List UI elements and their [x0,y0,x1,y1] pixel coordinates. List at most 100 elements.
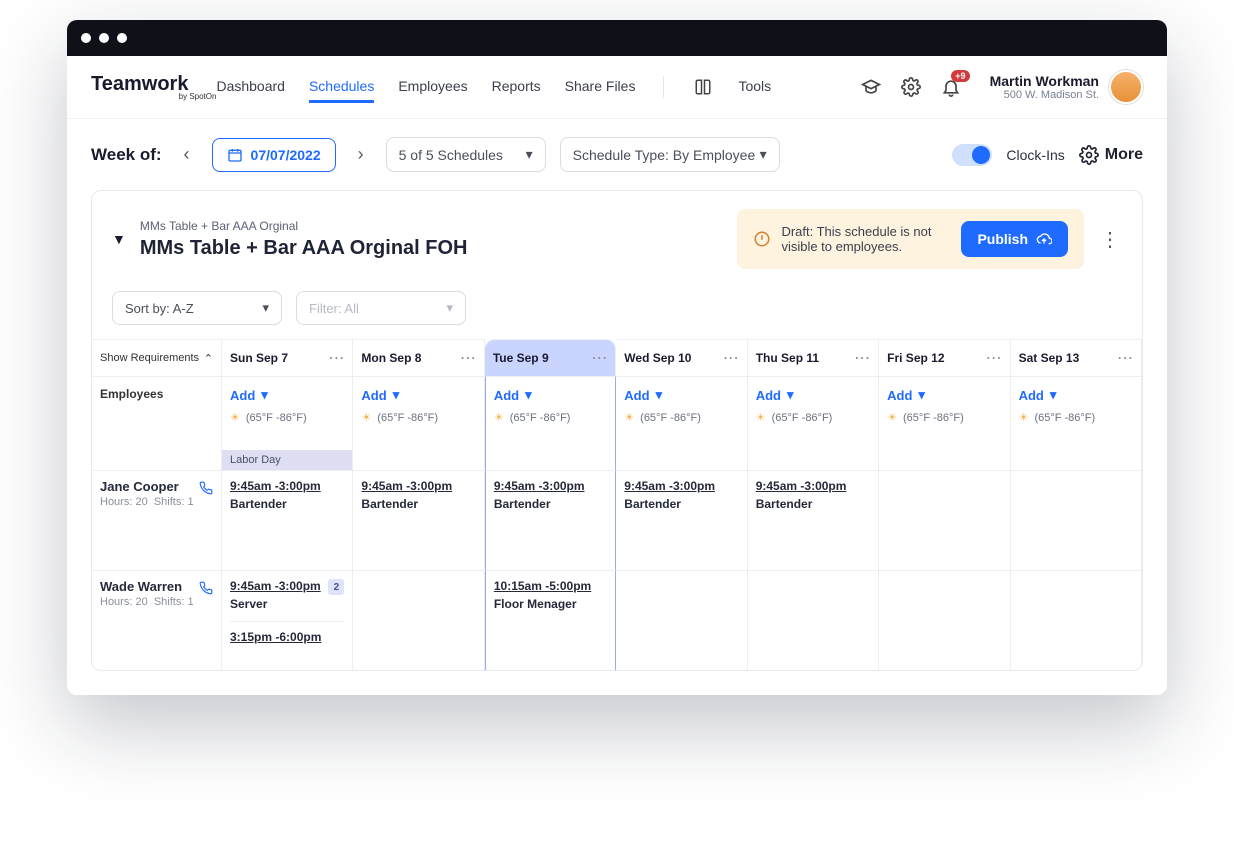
more-button[interactable]: More [1079,145,1143,165]
shift-cell-empty[interactable] [1011,570,1142,670]
chevron-down-icon[interactable]: ▼ [112,231,126,247]
window-dot[interactable] [99,33,109,43]
brand-name: Teamwork [91,73,188,96]
week-toolbar: Week of: ‹ 07/07/2022 › 5 of 5 Schedules… [67,119,1167,190]
nav-employees[interactable]: Employees [398,72,467,103]
sun-icon: ☀ [756,411,766,424]
clockins-toggle[interactable] [952,144,992,166]
schedule-type-select[interactable]: Schedule Type: By Employee ▾ [560,137,780,172]
week-prev-button[interactable]: ‹ [176,144,198,166]
day-header: Fri Sep 12⋯ [879,339,1010,376]
sun-icon: ☀ [1019,411,1029,424]
shift-role: Bartender [756,497,870,511]
avatar[interactable] [1109,70,1143,104]
draft-text: Draft: This schedule is not visible to e… [781,224,951,254]
shift-cell[interactable]: 9:45am -3:00pm Bartender [222,470,353,570]
topbar: Teamwork by SpotOn Dashboard Schedules E… [67,56,1167,119]
panel-breadcrumb: MMs Table + Bar AAA Orginal [140,219,724,233]
add-shift-button[interactable]: Add▾ [756,387,870,403]
day-header: Sun Sep 7⋯ [222,339,353,376]
day-header: Mon Sep 8⋯ [353,339,484,376]
day-menu-button[interactable]: ⋯ [328,348,344,368]
nav-share-files[interactable]: Share Files [565,72,636,103]
week-of-label: Week of: [91,145,162,165]
day-header: Sat Sep 13⋯ [1011,339,1142,376]
shift-cell-empty[interactable] [879,470,1010,570]
add-shift-button[interactable]: Add▾ [624,387,738,403]
bell-icon[interactable]: +9 [940,76,962,98]
add-shift-button[interactable]: Add▾ [230,387,344,403]
add-cell: Add▾ ☀(65°F -86°F) [748,376,879,470]
nav-dashboard[interactable]: Dashboard [216,72,285,103]
schedules-count-value: 5 of 5 Schedules [399,147,503,163]
shift-cell-empty[interactable] [353,570,484,670]
employee-cell: Wade Warren Hours: 20 Shifts: 1 [92,570,222,670]
gear-icon[interactable] [900,76,922,98]
shift-cell[interactable]: 10:15am -5:00pm Floor Menager [485,570,616,670]
filter-bar: Sort by: A-Z ▾ Filter: All ▾ [92,287,1142,339]
shift-time: 9:45am -3:00pm [756,479,870,493]
schedule-type-value: Schedule Type: By Employee [573,147,756,163]
weather: ☀(65°F -86°F) [1019,411,1133,424]
day-menu-button[interactable]: ⋯ [460,348,476,368]
graduation-icon[interactable] [860,76,882,98]
chevron-down-icon: ▾ [787,387,794,403]
book-icon[interactable] [692,76,714,98]
shift-cell[interactable]: 9:45am -3:00pm Server 2 3:15pm -6:00pm [222,570,353,670]
shift-time: 9:45am -3:00pm [230,479,344,493]
sort-select[interactable]: Sort by: A-Z ▾ [112,291,282,325]
add-cell: Add▾ ☀(65°F -86°F) [879,376,1010,470]
add-shift-button[interactable]: Add▾ [361,387,475,403]
panel-header: ▼ MMs Table + Bar AAA Orginal MMs Table … [92,191,1142,287]
add-shift-button[interactable]: Add▾ [494,387,607,403]
user-text: Martin Workman 500 W. Madison St. [990,73,1099,101]
shift-cell[interactable]: 9:45am -3:00pm Bartender [485,470,616,570]
week-date-picker[interactable]: 07/07/2022 [212,138,336,172]
publish-button[interactable]: Publish [961,221,1068,257]
shift-time: 9:45am -3:00pm [230,579,344,593]
week-next-button[interactable]: › [350,144,372,166]
show-requirements-toggle[interactable]: Show Requirements ⌃ [92,339,222,376]
sun-icon: ☀ [887,411,897,424]
day-menu-button[interactable]: ⋯ [591,348,607,368]
shift-cell-empty[interactable] [879,570,1010,670]
filter-select[interactable]: Filter: All ▾ [296,291,466,325]
panel-menu-button[interactable]: ⋮ [1098,227,1122,252]
schedule-grid: Show Requirements ⌃ Sun Sep 7⋯ Mon Sep 8… [92,339,1142,670]
add-shift-button[interactable]: Add▾ [1019,387,1133,403]
shift-cell[interactable]: 9:45am -3:00pm Bartender [353,470,484,570]
nav-schedules[interactable]: Schedules [309,72,374,103]
week-date-value: 07/07/2022 [251,147,321,163]
sun-icon: ☀ [361,411,371,424]
nav-reports[interactable]: Reports [492,72,541,103]
shift-time: 3:15pm -6:00pm [230,630,344,644]
shift-role: Bartender [494,497,607,511]
show-requirements-label: Show Requirements [100,352,199,364]
add-cell: Add▾ ☀(65°F -86°F) Labor Day [222,376,353,470]
chevron-down-icon: ▾ [261,387,268,403]
warning-icon [753,230,771,248]
window-dot[interactable] [81,33,91,43]
window-dot[interactable] [117,33,127,43]
shift-time: 9:45am -3:00pm [624,479,738,493]
phone-icon[interactable] [199,481,213,495]
employees-header: Employees [92,376,222,470]
shift-cell-empty[interactable] [748,570,879,670]
shift-role: Server [230,597,344,611]
phone-icon[interactable] [199,581,213,595]
shift-cell-empty[interactable] [1011,470,1142,570]
day-menu-button[interactable]: ⋯ [723,348,739,368]
day-menu-button[interactable]: ⋯ [986,348,1002,368]
shift-time: 10:15am -5:00pm [494,579,607,593]
shift-cell-empty[interactable] [616,570,747,670]
nav-tools[interactable]: Tools [738,72,771,103]
user-block[interactable]: Martin Workman 500 W. Madison St. [990,70,1143,104]
chevron-down-icon: ▾ [446,300,453,316]
day-menu-button[interactable]: ⋯ [854,348,870,368]
gear-icon [1079,145,1099,165]
schedules-count-select[interactable]: 5 of 5 Schedules ▾ [386,137,546,172]
add-shift-button[interactable]: Add▾ [887,387,1001,403]
day-menu-button[interactable]: ⋯ [1117,348,1133,368]
shift-cell[interactable]: 9:45am -3:00pm Bartender [748,470,879,570]
shift-cell[interactable]: 9:45am -3:00pm Bartender [616,470,747,570]
